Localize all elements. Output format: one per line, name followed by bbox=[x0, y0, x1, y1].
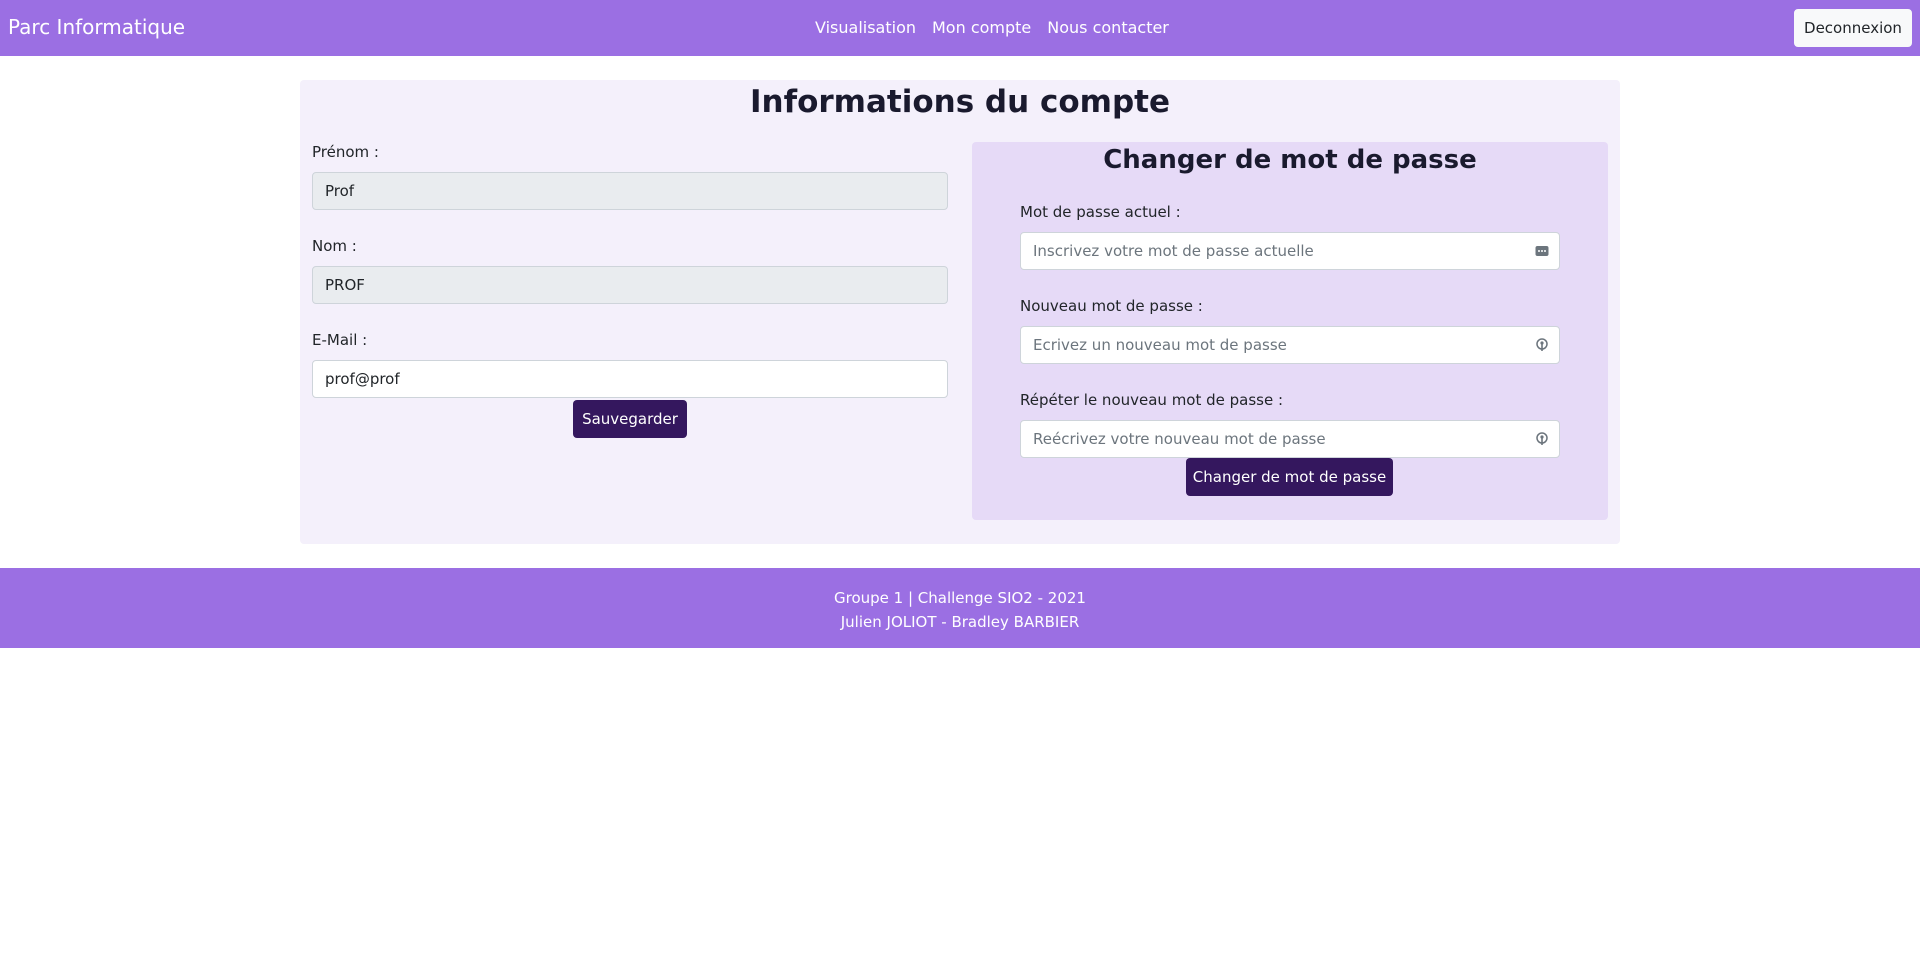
change-password-card: Changer de mot de passe Mot de passe act… bbox=[972, 142, 1608, 520]
page-title: Informations du compte bbox=[749, 84, 1170, 120]
account-form: Prénom : Prof Nom : PROF E-Mail : prof@p… bbox=[312, 140, 948, 422]
firstname-field[interactable]: Prof bbox=[312, 172, 948, 210]
nav-link-nous-contacter[interactable]: Nous contacter bbox=[1047, 18, 1169, 37]
current-password-placeholder: Inscrivez votre mot de passe actuelle bbox=[1033, 242, 1314, 260]
current-password-label: Mot de passe actuel : bbox=[1020, 203, 1181, 221]
email-field[interactable]: prof@prof bbox=[312, 360, 948, 398]
firstname-group: Prénom : Prof bbox=[312, 140, 948, 210]
change-password-button[interactable]: Changer de mot de passe bbox=[1186, 458, 1393, 496]
nav-link-visualisation[interactable]: Visualisation bbox=[815, 18, 916, 37]
page-footer: Groupe 1 | Challenge SIO2 - 2021 Julien … bbox=[0, 568, 1920, 648]
email-group: E-Mail : prof@prof bbox=[312, 328, 948, 398]
firstname-value: Prof bbox=[325, 182, 355, 200]
current-password-group: Mot de passe actuel : Inscrivez votre mo… bbox=[1020, 200, 1560, 270]
logout-button[interactable]: Deconnexion bbox=[1794, 9, 1912, 47]
password-key-icon[interactable] bbox=[1535, 338, 1549, 352]
lastname-value: PROF bbox=[325, 276, 365, 294]
brand-link[interactable]: Parc Informatique bbox=[8, 15, 185, 39]
change-password-title: Changer de mot de passe bbox=[1103, 145, 1477, 175]
lastname-label: Nom : bbox=[312, 237, 357, 255]
repeat-password-label: Répéter le nouveau mot de passe : bbox=[1020, 391, 1284, 409]
new-password-placeholder: Ecrivez un nouveau mot de passe bbox=[1033, 336, 1287, 354]
account-card: Informations du compte Prénom : Prof Nom… bbox=[300, 80, 1620, 544]
repeat-password-group: Répéter le nouveau mot de passe : Reécri… bbox=[1020, 388, 1560, 458]
footer-line-1: Groupe 1 | Challenge SIO2 - 2021 bbox=[834, 589, 1086, 607]
nav-links: Visualisation Mon compte Nous contacter bbox=[815, 18, 1169, 37]
footer-line-2: Julien JOLIOT - Bradley BARBIER bbox=[840, 613, 1080, 631]
password-key-icon[interactable] bbox=[1535, 432, 1549, 446]
new-password-group: Nouveau mot de passe : Ecrivez un nouvea… bbox=[1020, 294, 1560, 364]
lastname-field[interactable]: PROF bbox=[312, 266, 948, 304]
current-password-input[interactable]: Inscrivez votre mot de passe actuelle bbox=[1020, 232, 1560, 270]
password-form: Mot de passe actuel : Inscrivez votre mo… bbox=[1020, 200, 1560, 482]
email-value: prof@prof bbox=[325, 370, 400, 388]
lastname-group: Nom : PROF bbox=[312, 234, 948, 304]
repeat-password-placeholder: Reécrivez votre nouveau mot de passe bbox=[1033, 430, 1326, 448]
new-password-input[interactable]: Ecrivez un nouveau mot de passe bbox=[1020, 326, 1560, 364]
email-label: E-Mail : bbox=[312, 331, 368, 349]
nav-link-mon-compte[interactable]: Mon compte bbox=[932, 18, 1031, 37]
password-dots-icon[interactable] bbox=[1535, 244, 1549, 258]
firstname-label: Prénom : bbox=[312, 143, 379, 161]
save-button[interactable]: Sauvegarder bbox=[573, 400, 687, 438]
new-password-label: Nouveau mot de passe : bbox=[1020, 297, 1203, 315]
repeat-password-input[interactable]: Reécrivez votre nouveau mot de passe bbox=[1020, 420, 1560, 458]
top-navbar: Parc Informatique Visualisation Mon comp… bbox=[0, 0, 1920, 56]
